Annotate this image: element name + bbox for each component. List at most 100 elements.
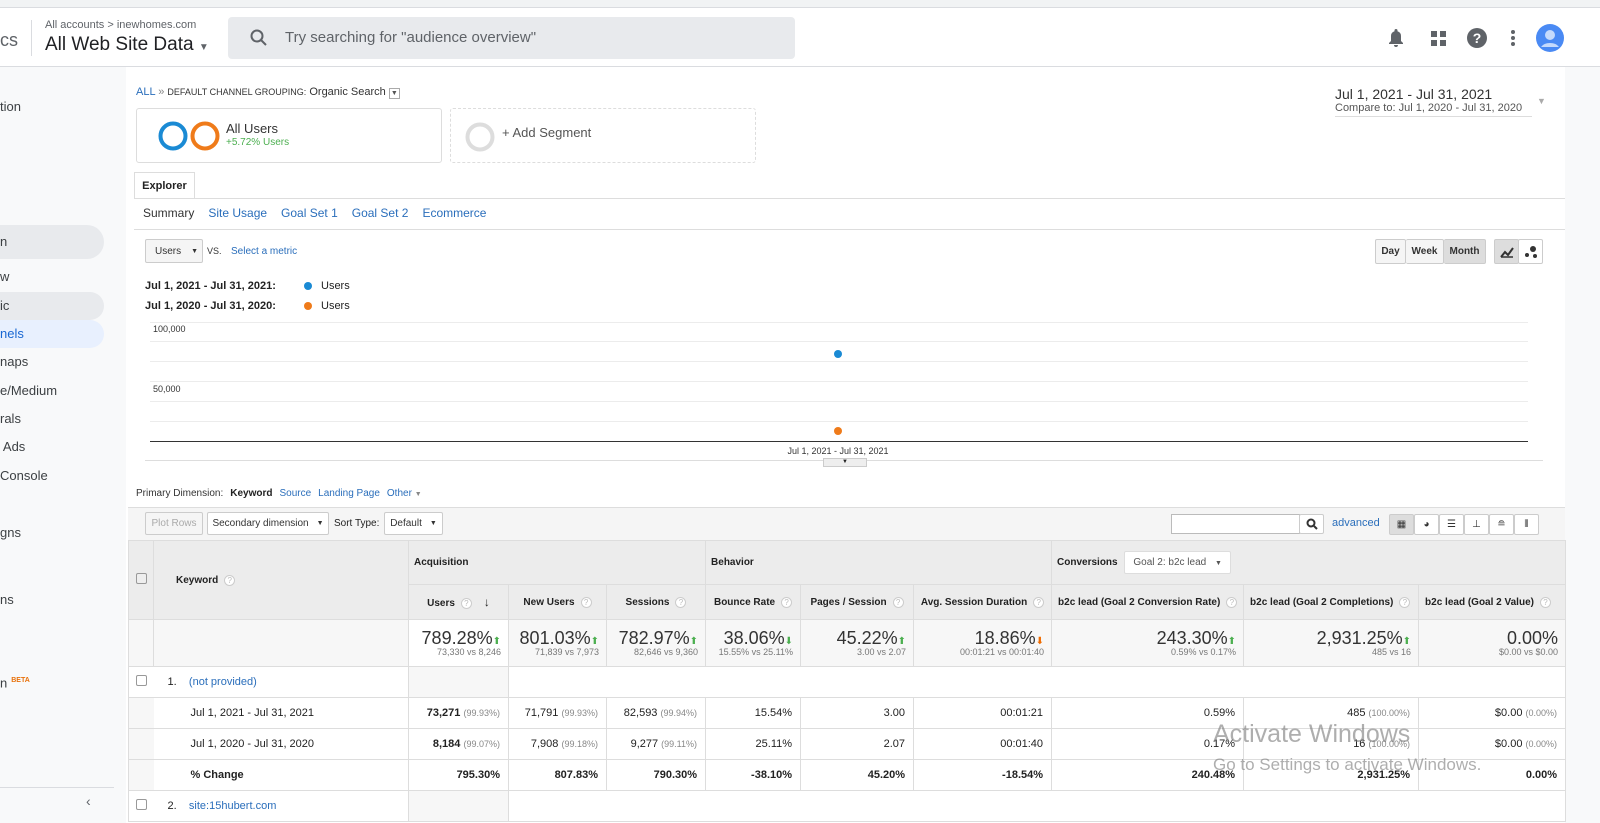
metric-value: 2.07 (883, 738, 906, 750)
subtab-goal-set-1[interactable]: Goal Set 1 (281, 206, 338, 220)
keyword-header[interactable]: Keyword? (153, 540, 409, 620)
sidebar-item[interactable]: e/Medium (0, 377, 104, 405)
help-icon[interactable]: ? (892, 596, 904, 608)
breadcrumb-all[interactable]: ALL (136, 86, 155, 98)
metric-cell: 9,277 (99.11%) (605, 728, 707, 760)
comparison-icon: ⊥ (1472, 519, 1481, 530)
keyword-link[interactable]: (not provided) (189, 676, 257, 688)
column-header[interactable]: New Users? (508, 584, 607, 620)
metric-cell: 807.83% (508, 759, 607, 791)
help-icon[interactable]: ? (224, 574, 236, 586)
sidebar-item[interactable]: w (0, 263, 104, 291)
secondary-dimension-dropdown[interactable]: Secondary dimension ▼ (207, 512, 329, 535)
search-bar[interactable]: Try searching for "audience overview" (228, 17, 795, 59)
percentage-view-button[interactable]: ◕ (1414, 514, 1439, 535)
metric-cell: 2.07 (800, 728, 915, 760)
performance-view-button[interactable]: ☰ (1439, 514, 1464, 535)
metric-value: 0.59% (1203, 707, 1236, 719)
column-header[interactable]: Sessions? (605, 584, 707, 620)
grouping-dropdown-icon[interactable]: ▼ (388, 88, 400, 99)
sort-desc-icon[interactable]: ↓ (484, 595, 490, 609)
help-icon[interactable]: ? (781, 596, 793, 608)
dimension-landing-page[interactable]: Landing Page (318, 488, 380, 499)
subtab-summary[interactable]: Summary (143, 206, 194, 220)
column-header[interactable]: b2c lead (Goal 2 Value)? (1418, 584, 1567, 620)
help-icon[interactable]: ? (1539, 596, 1551, 608)
view-selector[interactable]: All Web Site Data ▼ (45, 34, 209, 56)
sidebar-item[interactable]: ic (0, 292, 104, 320)
term-cloud-button[interactable]: ≘ (1489, 514, 1514, 535)
day-button[interactable]: Day (1375, 239, 1406, 264)
apps-grid-icon[interactable] (1431, 31, 1447, 47)
search-icon (250, 29, 267, 46)
tab-explorer[interactable]: Explorer (134, 172, 195, 199)
sort-type-dropdown[interactable]: Default ▼ (384, 512, 443, 535)
metric-selector[interactable]: Users ▼ (145, 239, 203, 263)
add-segment-button[interactable]: + Add Segment (450, 108, 756, 163)
dimension-keyword[interactable]: Keyword (230, 488, 272, 499)
sidebar-item[interactable]: naps (0, 348, 104, 376)
keyword-link[interactable]: site:15hubert.com (189, 800, 276, 812)
column-header[interactable]: b2c lead (Goal 2 Conversion Rate)? (1051, 584, 1245, 620)
help-icon[interactable]: ? (1033, 596, 1045, 608)
more-vert-icon[interactable] (1510, 29, 1516, 47)
pivot-view-button[interactable]: ⦀ (1514, 514, 1539, 535)
help-icon[interactable]: ? (1467, 28, 1487, 48)
account-breadcrumb[interactable]: All accounts > inewhomes.com (45, 19, 196, 31)
summary-comparison: 3.00 vs 2.07 (856, 646, 907, 657)
goal-selector[interactable]: Goal 2: b2c lead ▼ (1124, 551, 1231, 574)
metric-cell: 0.17% (1051, 728, 1245, 760)
sidebar-item-label: tion (0, 99, 21, 114)
divider (31, 20, 32, 56)
date-range-picker[interactable]: Jul 1, 2021 - Jul 31, 2021 Compare to: J… (1335, 86, 1546, 117)
sidebar-item[interactable]: nels (0, 320, 104, 348)
motion-chart-button[interactable] (1518, 239, 1543, 264)
comparison-view-button[interactable]: ⊥ (1464, 514, 1489, 535)
help-icon[interactable]: ? (580, 596, 592, 608)
sidebar-item[interactable]: ns (0, 586, 104, 614)
week-button[interactable]: Week (1406, 239, 1444, 264)
collapse-chevron-icon[interactable]: ‹ (86, 793, 91, 809)
month-button[interactable]: Month (1444, 239, 1486, 264)
select-metric-link[interactable]: Select a metric (231, 246, 297, 257)
legend-period-previous: Jul 1, 2020 - Jul 31, 2020: (145, 300, 276, 312)
select-all-checkbox[interactable] (135, 573, 147, 584)
add-segment-label: + Add Segment (502, 125, 592, 140)
column-header[interactable]: Pages / Session? (800, 584, 915, 620)
segment-all-users[interactable]: All Users +5.72% Users (136, 108, 442, 163)
sidebar-item[interactable]: n (0, 225, 104, 259)
subtab-site-usage[interactable]: Site Usage (208, 206, 267, 220)
column-header[interactable]: b2c lead (Goal 2 Completions)? (1243, 584, 1420, 620)
column-header[interactable]: Avg. Session Duration? (913, 584, 1053, 620)
help-icon[interactable]: ? (1399, 596, 1411, 608)
column-header[interactable]: Bounce Rate? (705, 584, 802, 620)
help-icon[interactable]: ? (675, 596, 687, 608)
sidebar-item[interactable]: n BETA (0, 667, 104, 695)
advanced-filter-link[interactable]: advanced (1332, 517, 1380, 529)
avatar[interactable] (1536, 24, 1564, 52)
plot-rows-button[interactable]: Plot Rows (145, 512, 203, 535)
row-checkbox[interactable] (135, 799, 147, 810)
subtab-ecommerce[interactable]: Ecommerce (422, 206, 486, 220)
line-chart-button[interactable] (1494, 239, 1519, 264)
sidebar-item[interactable]: rals (0, 405, 104, 433)
data-point-current[interactable] (834, 349, 842, 358)
data-view-button[interactable]: ▦ (1389, 514, 1414, 535)
table-search-button[interactable] (1299, 514, 1324, 534)
dimension-source[interactable]: Source (279, 488, 311, 499)
subtab-goal-set-2[interactable]: Goal Set 2 (352, 206, 409, 220)
sidebar-item[interactable]: Ads (0, 433, 104, 461)
sidebar-item[interactable]: gns (0, 519, 104, 547)
column-header[interactable]: Users? ↓ (408, 584, 509, 620)
arrow-up-icon: ⬆ (689, 635, 699, 647)
sidebar-item[interactable]: Console (0, 462, 104, 490)
row-checkbox[interactable] (135, 675, 147, 686)
dimension-other[interactable]: Other ▼ (387, 488, 422, 499)
bell-icon[interactable] (1387, 28, 1405, 48)
help-icon[interactable]: ? (460, 598, 472, 609)
sidebar-item[interactable]: tion (0, 93, 104, 121)
sort-type-label: Sort Type: (334, 518, 380, 529)
help-icon[interactable]: ? (1226, 596, 1238, 608)
table-search-input[interactable] (1171, 514, 1300, 534)
chart-collapse-handle[interactable]: ▼ (823, 458, 867, 467)
